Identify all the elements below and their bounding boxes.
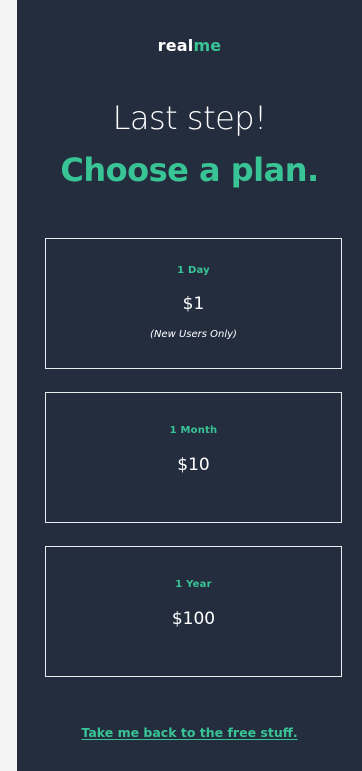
plan-name: 1 Month [169,425,218,436]
plan-price: $1 [182,294,205,314]
plan-card-1-month[interactable]: 1 Month $10 [45,392,342,523]
headline-choose-plan: Choose a plan. [60,151,319,189]
plan-card-1-year[interactable]: 1 Year $100 [45,546,342,677]
signup-panel: realme Last step! Choose a plan. 1 Day $… [17,0,362,771]
logo-text-me: me [193,36,222,55]
back-to-free-link[interactable]: Take me back to the free stuff. [17,725,362,740]
logo-text-real: real [157,36,194,55]
plan-note: (New Users Only) [150,329,237,340]
plan-name: 1 Day [177,265,210,276]
plan-card-1-day[interactable]: 1 Day $1 (New Users Only) [45,238,342,369]
plan-price: $100 [171,609,216,629]
realme-logo: realme [17,36,362,55]
plan-name: 1 Year [175,579,212,590]
plan-price: $10 [177,455,210,475]
headline-last-step: Last step! [112,99,267,137]
